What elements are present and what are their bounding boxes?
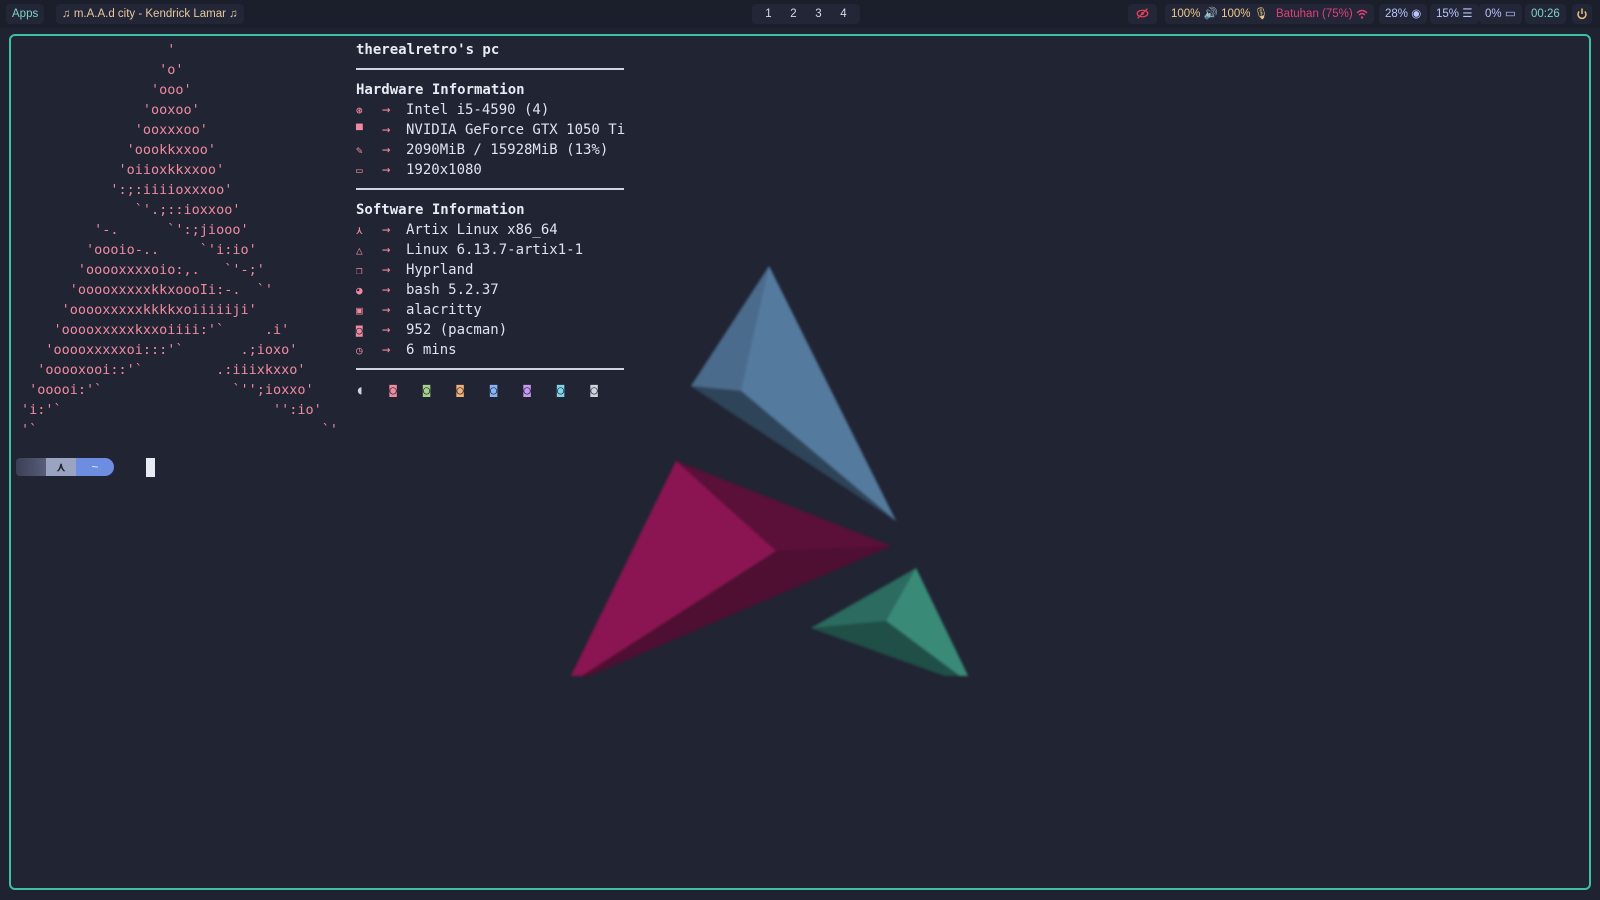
window-manager-icon: ❐ [356, 264, 363, 277]
arrow-icon: → [382, 302, 391, 318]
software-list: ⋏ → Artix Linux x86_64 △ → Linux 6.13.7-artix… [356, 220, 625, 360]
prompt-segment [16, 458, 46, 476]
prompt-directory: ~ [76, 458, 114, 476]
divider [356, 68, 624, 70]
prompt-os-icon: ⋏ [46, 458, 76, 476]
palette-swatch: ◙ [523, 383, 531, 397]
palette-swatch: ◙ [590, 383, 598, 397]
hardware-value: NVIDIA GeForce GTX 1050 Ti [406, 122, 626, 138]
hardware-row: ⊛ → Intel i5-4590 (4) [356, 100, 625, 120]
hardware-row: ▀ → NVIDIA GeForce GTX 1050 Ti [356, 120, 625, 140]
palette-swatch: ◙ [490, 383, 498, 397]
software-value: 6 mins [406, 342, 457, 358]
hardware-value: 2090MiB / 15928MiB (13%) [406, 142, 609, 158]
power-icon[interactable] [1572, 4, 1592, 24]
software-value: bash 5.2.37 [406, 282, 499, 298]
clock[interactable]: 00:26 [1525, 4, 1566, 24]
color-palette: ◖ ◙ ◙ ◙ ◙ ◙ ◙ ◙ [356, 380, 625, 400]
hardware-list: ⊛ → Intel i5-4590 (4) ▀ → NVIDIA GeForce GTX … [356, 100, 625, 180]
apps-button[interactable]: Apps [6, 4, 45, 24]
shell-icon: ◕ [356, 284, 363, 297]
display-icon: ▭ [356, 164, 363, 177]
now-playing[interactable]: ♫ m.A.A.d city - Kendrick Lamar ♫ [56, 4, 244, 24]
hardware-row: ✎ → 2090MiB / 15928MiB (13%) [356, 140, 625, 160]
software-value: Artix Linux x86_64 [406, 222, 558, 238]
hostname: therealretro's pc [356, 42, 500, 58]
software-row: ◙ → 952 (pacman) [356, 320, 625, 340]
arrow-icon: → [382, 282, 391, 298]
arrow-icon: → [382, 122, 391, 138]
arrow-icon: → [382, 102, 391, 118]
software-value: Hyprland [406, 262, 474, 278]
software-value: Linux 6.13.7-artix1-1 [406, 242, 584, 258]
workspace-1[interactable]: 1 [756, 4, 781, 24]
hardware-value: Intel i5-4590 (4) [406, 102, 550, 118]
network-indicator[interactable]: Batuhan (75%) [1270, 4, 1374, 24]
workspace-3[interactable]: 3 [806, 4, 831, 24]
software-title: Software Information [356, 202, 525, 218]
battery-indicator[interactable]: 0% ▭ [1479, 4, 1522, 24]
workspace-2[interactable]: 2 [781, 4, 806, 24]
arrow-icon: → [382, 262, 391, 278]
eye-off-icon[interactable] [1128, 4, 1157, 24]
software-row: ⋏ → Artix Linux x86_64 [356, 220, 625, 240]
text-cursor[interactable] [146, 458, 155, 477]
software-value: 952 (pacman) [406, 322, 508, 338]
arrow-icon: → [382, 342, 391, 358]
clock-icon: ◷ [356, 344, 363, 357]
hardware-title: Hardware Information [356, 82, 525, 98]
arrow-icon: → [382, 242, 391, 258]
arrow-icon: → [382, 142, 391, 158]
hardware-value: 1920x1080 [406, 162, 482, 178]
memory-indicator[interactable]: 15% ☰ [1430, 4, 1479, 24]
software-row: ◷ → 6 mins [356, 340, 625, 360]
arrow-icon: → [382, 162, 391, 178]
software-value: alacritty [406, 302, 482, 318]
network-label: Batuhan (75%) [1276, 8, 1356, 20]
workspace-switcher: 1234 [752, 4, 860, 24]
hardware-row: ▭ → 1920x1080 [356, 160, 625, 180]
palette-swatch: ◖ [356, 383, 364, 397]
fastfetch-info: therealretro's pc Hardware Information ⊛… [356, 40, 625, 400]
terminal-icon: ▣ [356, 304, 363, 317]
arrow-icon: → [382, 222, 391, 238]
palette-swatch: ◙ [557, 383, 565, 397]
software-row: ◕ → bash 5.2.37 [356, 280, 625, 300]
divider [356, 368, 624, 370]
cpu-indicator[interactable]: 28% ◉ [1379, 4, 1428, 24]
linux-icon: △ [356, 244, 363, 257]
software-row: ▣ → alacritty [356, 300, 625, 320]
software-row: △ → Linux 6.13.7-artix1-1 [356, 240, 625, 260]
palette-swatch: ◙ [423, 383, 431, 397]
workspace-4[interactable]: 4 [831, 4, 856, 24]
ascii-logo: ' 'o' 'ooo' 'ooxoo' 'ooxxxoo' 'oookkxxoo… [21, 42, 338, 438]
terminal-window[interactable]: ' 'o' 'ooo' 'ooxoo' 'ooxxxoo' 'oookkxxoo… [9, 34, 1591, 890]
package-icon: ◙ [356, 324, 363, 337]
memory-icon: ✎ [356, 144, 363, 157]
gpu-icon: ▀ [356, 124, 363, 137]
wifi-icon [1356, 8, 1368, 20]
palette-swatch: ◙ [456, 383, 464, 397]
cpu-icon: ⊛ [356, 104, 363, 117]
divider [356, 188, 624, 190]
top-bar: Apps ♫ m.A.A.d city - Kendrick Lamar ♫ 1… [0, 0, 1600, 28]
software-row: ❐ → Hyprland [356, 260, 625, 280]
artix-icon: ⋏ [356, 224, 363, 237]
palette-swatch: ◙ [389, 383, 397, 397]
volume-indicator[interactable]: 100% 🔊 100% 🎙 [1165, 4, 1275, 24]
arrow-icon: → [382, 322, 391, 338]
